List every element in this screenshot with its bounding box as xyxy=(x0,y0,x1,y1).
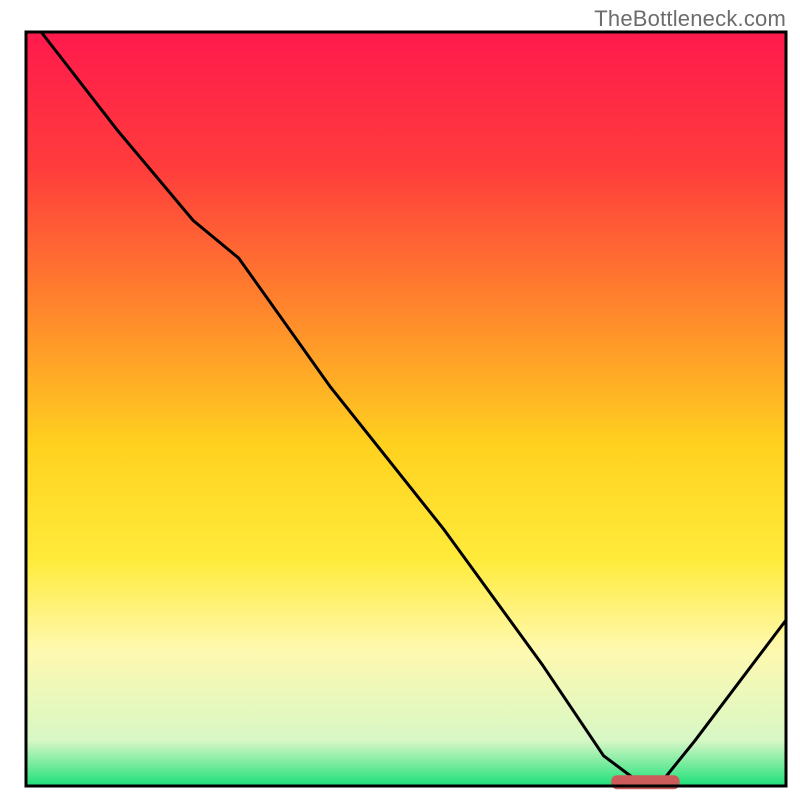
bottleneck-chart xyxy=(0,0,800,800)
watermark-text: TheBottleneck.com xyxy=(594,6,786,32)
plot-background xyxy=(26,32,786,786)
chart-container: TheBottleneck.com xyxy=(0,0,800,800)
